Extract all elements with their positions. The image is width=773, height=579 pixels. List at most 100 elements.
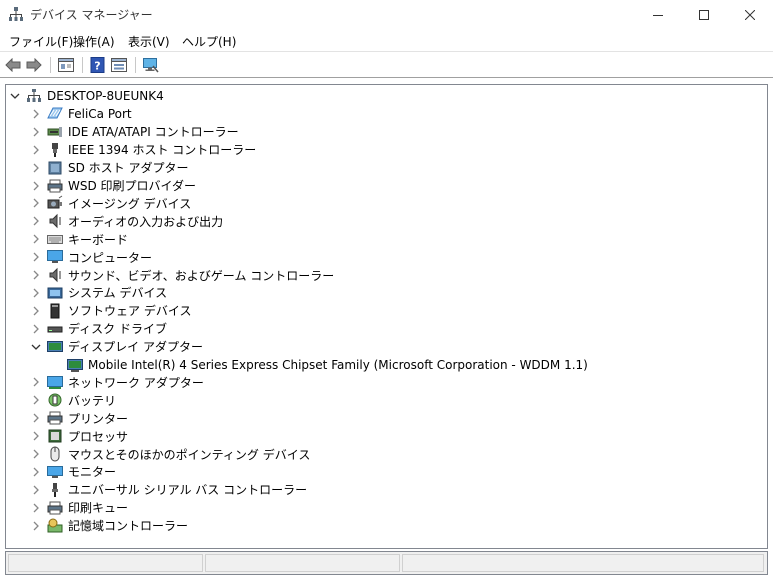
chevron-right-icon[interactable] bbox=[31, 127, 41, 137]
chevron-down-icon[interactable] bbox=[10, 91, 20, 101]
tree-item-label: コンピューター bbox=[68, 250, 153, 265]
tree-device[interactable]: Mobile Intel(R) 4 Series Express Chipset… bbox=[51, 356, 588, 374]
tree-item-label: システム デバイス bbox=[68, 286, 168, 301]
tree-category[interactable]: IEEE 1394 ホスト コントローラー bbox=[31, 141, 256, 159]
minimize-button[interactable] bbox=[635, 0, 681, 30]
forward-arrow-icon bbox=[26, 58, 42, 72]
tree-item-label: ユニバーサル シリアル バス コントローラー bbox=[68, 483, 308, 498]
window-title: デバイス マネージャー bbox=[30, 8, 153, 22]
chevron-right-icon[interactable] bbox=[31, 467, 41, 477]
close-icon bbox=[745, 10, 755, 20]
menu-bar: ファイル(F) 操作(A) 表示(V) ヘルプ(H) bbox=[0, 30, 773, 51]
tree-item-label: オーディオの入力および出力 bbox=[68, 214, 224, 229]
chevron-right-icon[interactable] bbox=[31, 377, 41, 387]
sd-host-icon bbox=[47, 160, 63, 176]
chevron-right-icon[interactable] bbox=[31, 431, 41, 441]
tree-item-label: ソフトウェア デバイス bbox=[68, 304, 192, 319]
tree-root[interactable]: DESKTOP-8UEUNK4 bbox=[10, 87, 164, 105]
tree-category[interactable]: イメージング デバイス bbox=[31, 194, 191, 212]
chevron-right-icon[interactable] bbox=[31, 395, 41, 405]
display-adapter-device-icon bbox=[67, 357, 83, 373]
tree-item-label: ディスク ドライブ bbox=[68, 322, 167, 337]
chevron-right-icon[interactable] bbox=[31, 413, 41, 423]
tree-item-label: イメージング デバイス bbox=[68, 196, 192, 211]
toolbar: ? bbox=[0, 51, 773, 78]
tree-category[interactable]: ソフトウェア デバイス bbox=[31, 302, 191, 320]
wsd-printer-icon bbox=[47, 178, 63, 194]
tree-category[interactable]: ディスプレイ アダプター bbox=[31, 338, 203, 356]
tree-category[interactable]: サウンド、ビデオ、およびゲーム コントローラー bbox=[31, 266, 334, 284]
tree-category[interactable]: オーディオの入力および出力 bbox=[31, 212, 223, 230]
chevron-right-icon[interactable] bbox=[31, 163, 41, 173]
storage-controller-icon bbox=[47, 518, 63, 534]
tree-category[interactable]: SD ホスト アダプター bbox=[31, 159, 189, 177]
tree-category[interactable]: コンピューター bbox=[31, 248, 152, 266]
system-device-icon bbox=[47, 285, 63, 301]
menu-file[interactable]: ファイル(F) bbox=[6, 32, 76, 51]
tree-item-label: モニター bbox=[68, 465, 117, 480]
ieee1394-icon bbox=[47, 142, 63, 158]
chevron-right-icon[interactable] bbox=[31, 145, 41, 155]
maximize-icon bbox=[699, 10, 709, 20]
scan-hardware-button[interactable] bbox=[142, 56, 160, 74]
chevron-down-icon[interactable] bbox=[31, 342, 41, 352]
computer-tree-icon bbox=[26, 88, 42, 104]
help-button[interactable]: ? bbox=[89, 56, 107, 74]
chevron-right-icon[interactable] bbox=[31, 306, 41, 316]
chevron-right-icon[interactable] bbox=[31, 109, 41, 119]
tree-category[interactable]: バッテリ bbox=[31, 391, 116, 409]
tree-category[interactable]: ユニバーサル シリアル バス コントローラー bbox=[31, 481, 307, 499]
chevron-right-icon[interactable] bbox=[31, 485, 41, 495]
tree-category[interactable]: キーボード bbox=[31, 230, 128, 248]
chevron-right-icon[interactable] bbox=[31, 181, 41, 191]
tree-category[interactable]: ネットワーク アダプター bbox=[31, 373, 204, 391]
toolbar-separator bbox=[82, 57, 83, 73]
tree-category[interactable]: プリンター bbox=[31, 409, 128, 427]
tree-category[interactable]: IDE ATA/ATAPI コントローラー bbox=[31, 123, 239, 141]
tree-category[interactable]: プロセッサ bbox=[31, 427, 128, 445]
ide-controller-icon bbox=[47, 124, 63, 140]
tree-item-label: ディスプレイ アダプター bbox=[68, 340, 203, 355]
status-cell bbox=[8, 554, 203, 572]
tree-category[interactable]: 記憶域コントローラー bbox=[31, 517, 188, 535]
chevron-right-icon[interactable] bbox=[31, 288, 41, 298]
view-button[interactable] bbox=[110, 56, 128, 74]
chevron-right-icon[interactable] bbox=[31, 521, 41, 531]
device-tree[interactable]: DESKTOP-8UEUNK4 FeliCa Port IDE ATA/ATAPI … bbox=[5, 84, 768, 549]
tree-category[interactable]: システム デバイス bbox=[31, 284, 167, 302]
forward-button[interactable] bbox=[25, 56, 43, 74]
chevron-right-icon[interactable] bbox=[31, 503, 41, 513]
tree-item-label: FeliCa Port bbox=[68, 106, 132, 121]
chevron-right-icon[interactable] bbox=[31, 324, 41, 334]
chevron-right-icon[interactable] bbox=[31, 216, 41, 226]
tree-item-label: バッテリ bbox=[68, 393, 117, 408]
menu-action[interactable]: 操作(A) bbox=[70, 32, 118, 51]
disk-drive-icon bbox=[47, 321, 63, 337]
tree-category[interactable]: WSD 印刷プロバイダー bbox=[31, 177, 196, 195]
printer-icon bbox=[47, 410, 63, 426]
tree-category[interactable]: FeliCa Port bbox=[31, 105, 132, 123]
chevron-right-icon[interactable] bbox=[31, 252, 41, 262]
menu-view[interactable]: 表示(V) bbox=[125, 32, 173, 51]
tree-category[interactable]: マウスとそのほかのポインティング デバイス bbox=[31, 445, 310, 463]
properties-icon bbox=[58, 58, 74, 72]
status-cell bbox=[205, 554, 400, 572]
tree-item-label: SD ホスト アダプター bbox=[68, 161, 189, 176]
tree-category[interactable]: ディスク ドライブ bbox=[31, 320, 167, 338]
maximize-button[interactable] bbox=[681, 0, 727, 30]
tree-item-label: Mobile Intel(R) 4 Series Express Chipset… bbox=[88, 357, 588, 372]
menu-help[interactable]: ヘルプ(H) bbox=[179, 32, 239, 51]
close-button[interactable] bbox=[727, 0, 773, 30]
title-bar[interactable]: デバイス マネージャー bbox=[0, 0, 773, 30]
back-button[interactable] bbox=[4, 56, 22, 74]
chevron-right-icon[interactable] bbox=[31, 449, 41, 459]
properties-button[interactable] bbox=[57, 56, 75, 74]
chevron-right-icon[interactable] bbox=[31, 270, 41, 280]
tree-category[interactable]: 印刷キュー bbox=[31, 499, 128, 517]
imaging-device-icon bbox=[47, 195, 63, 211]
tree-category[interactable]: モニター bbox=[31, 463, 116, 481]
tree-item-label: DESKTOP-8UEUNK4 bbox=[47, 89, 164, 103]
chevron-right-icon[interactable] bbox=[31, 198, 41, 208]
audio-io-icon bbox=[47, 213, 63, 229]
chevron-right-icon[interactable] bbox=[31, 234, 41, 244]
